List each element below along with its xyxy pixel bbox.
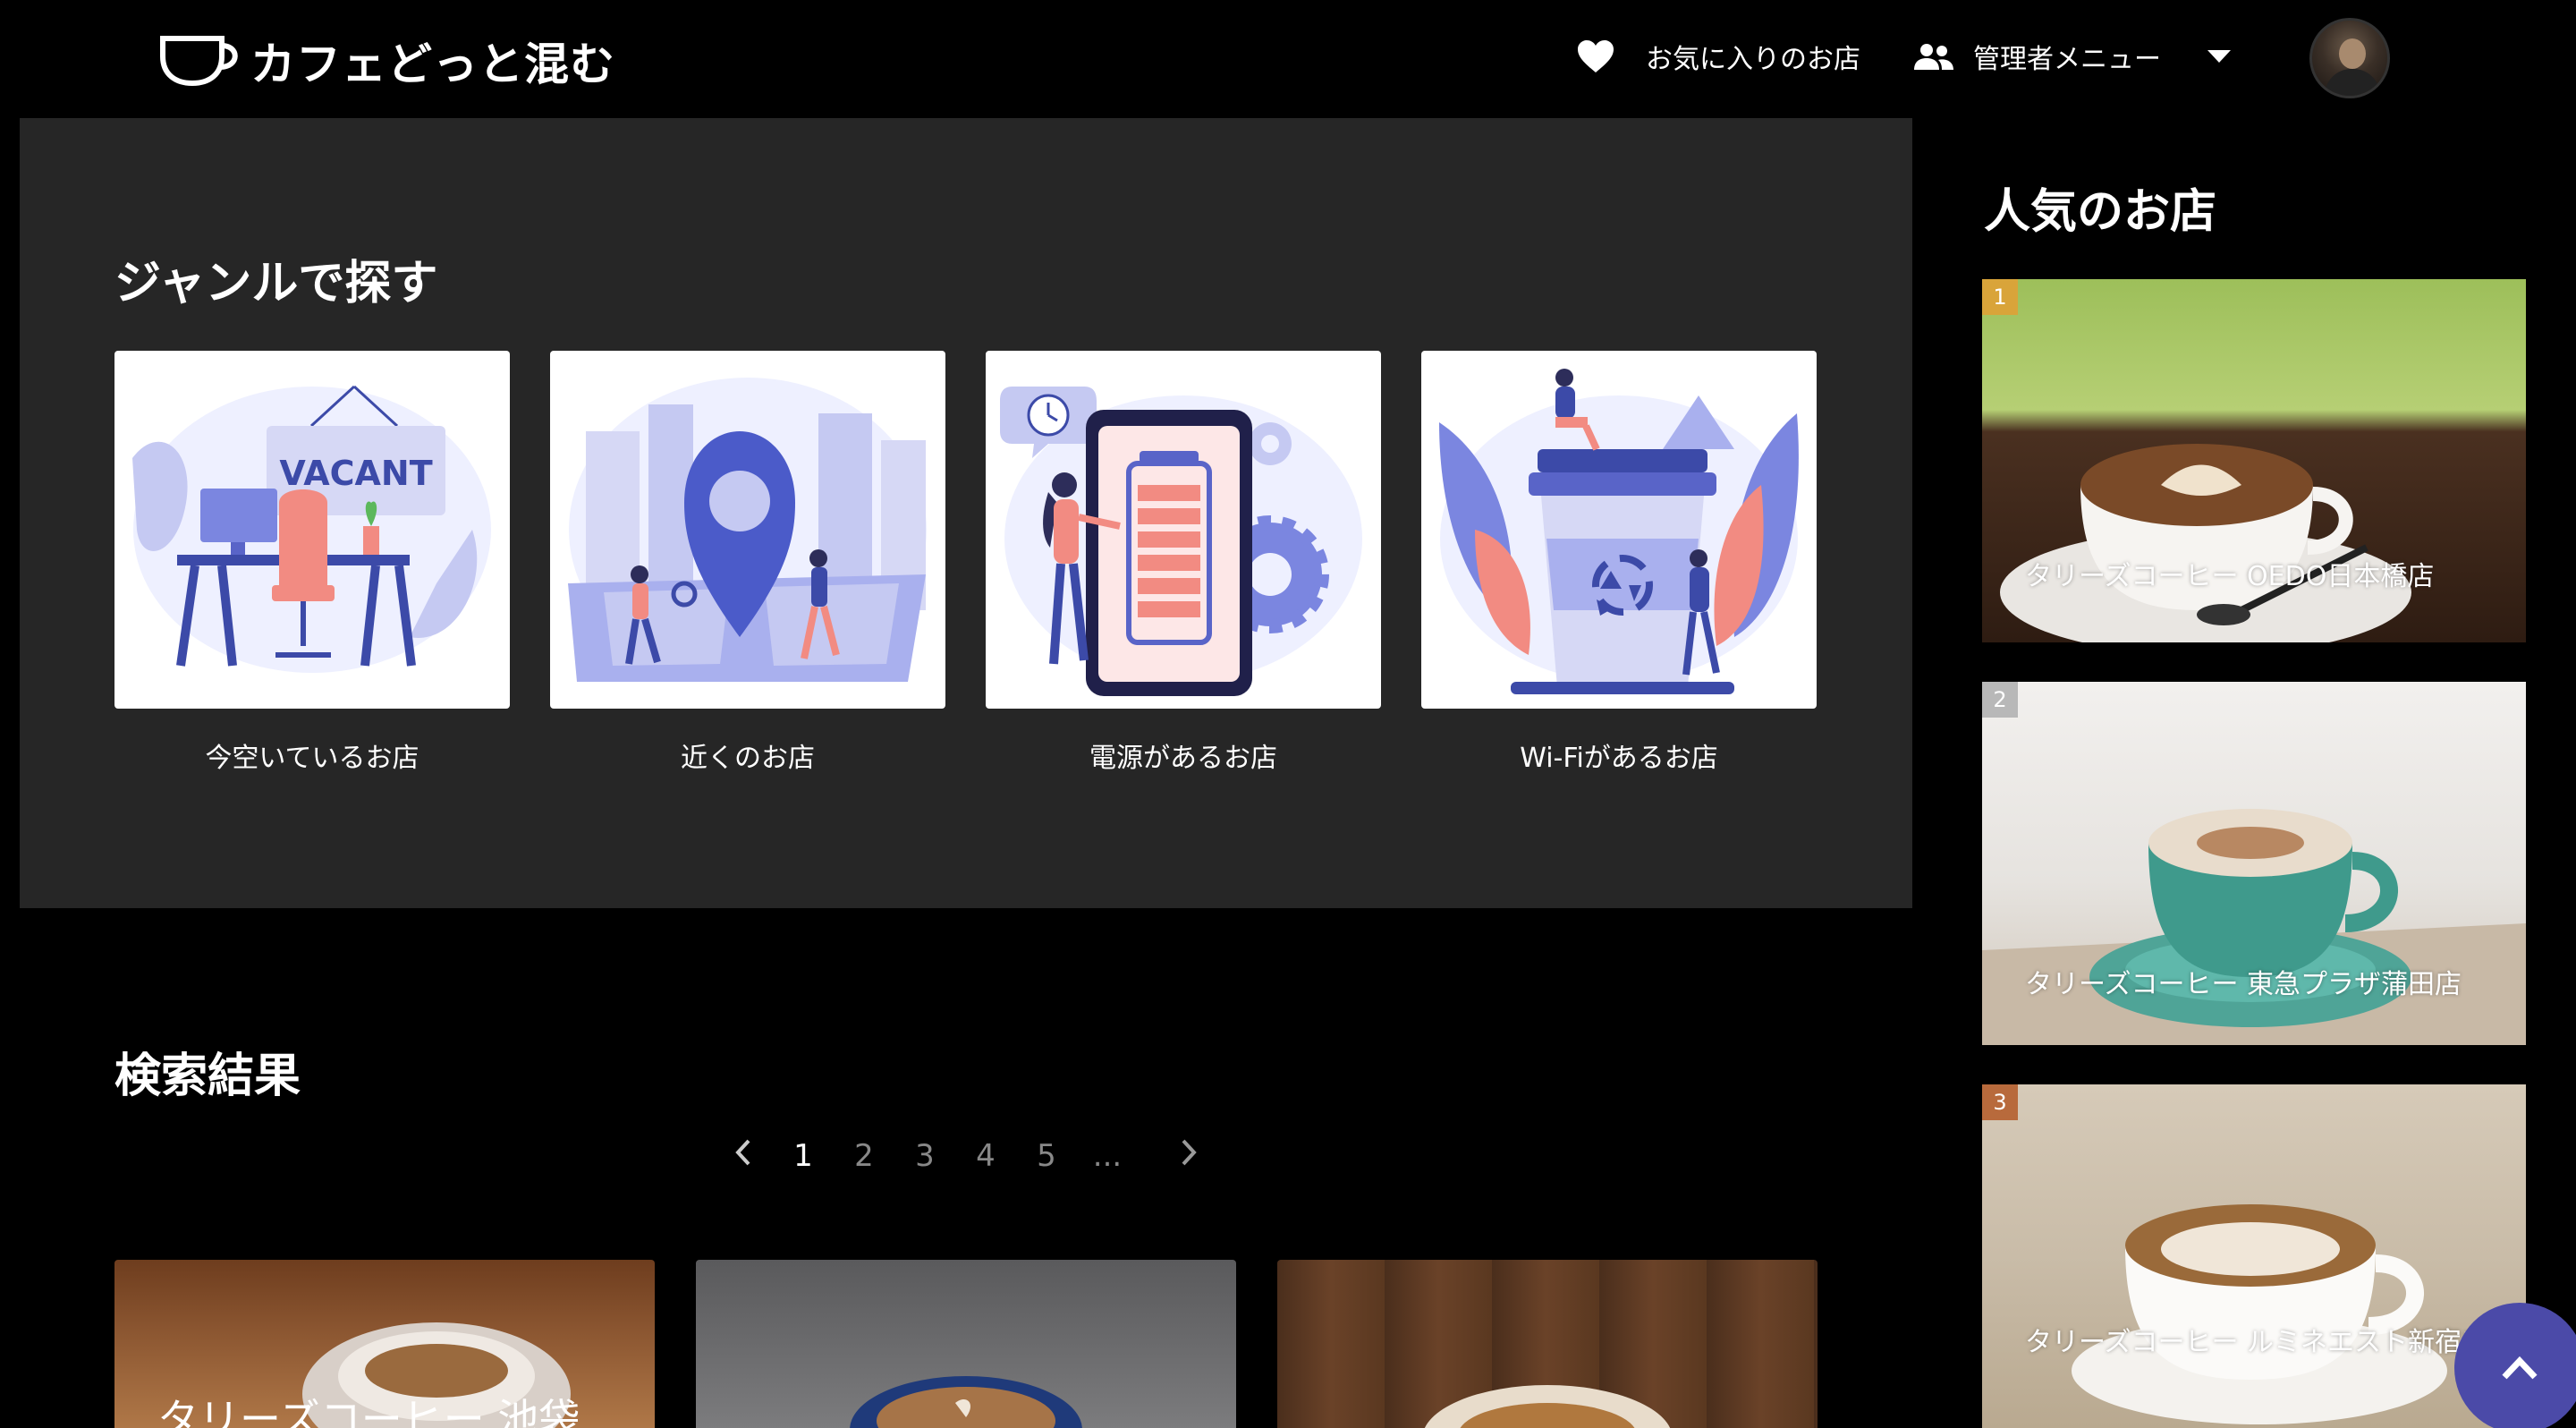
favorites-link[interactable]: お気に入りのお店 [1576,32,1860,81]
map-pin-city-illustration [568,378,927,682]
cup-icon [160,36,238,87]
result-card-name: タリーズコーヒー 池袋 [157,1395,580,1428]
popular-card-1[interactable]: 1 タリーズコーヒー OEDO日本橋店 [1982,279,2526,642]
pagination-page-3[interactable]: 3 [894,1138,955,1174]
chevron-right-icon [1182,1139,1197,1165]
pagination-page-5[interactable]: 5 [1016,1138,1077,1174]
chevron-up-icon [2502,1356,2538,1380]
heart-icon [1578,40,1614,72]
result-card-1[interactable]: タリーズコーヒー 池袋 [114,1260,655,1428]
admin-menu-dropdown[interactable]: 管理者メニュー [1914,32,2231,81]
svg-text:VACANT: VACANT [279,454,432,493]
page: カフェどっと混む お気に入りのお店 管理者メニュー ジャンルで探す VACANT… [0,0,2576,1428]
pagination-page-2[interactable]: 2 [834,1138,894,1174]
genre-card-power[interactable] [986,351,1381,709]
rank-badge: 2 [1982,682,2018,718]
pagination-prev[interactable] [712,1137,773,1176]
pagination-ellipsis: ... [1092,1138,1123,1174]
phone-battery-illustration [1000,387,1362,696]
genre-label-power[interactable]: 電源があるお店 [986,735,1381,775]
pagination-next[interactable] [1159,1137,1220,1176]
popular-card-2[interactable]: 2 タリーズコーヒー 東急プラザ蒲田店 [1982,682,2526,1045]
genre-card-wifi[interactable] [1421,351,1817,709]
users-icon [1914,44,1953,70]
rank-badge: 1 [1982,279,2018,315]
logo-text: カフェどっと混む [250,38,615,90]
genre-label-nearby[interactable]: 近くのお店 [550,735,945,775]
coffee-photo [2072,1204,2447,1424]
popular-title: 人気のお店 [1984,185,2217,239]
coffee-photo [1424,1385,1671,1428]
genre-panel: ジャンルで探す VACANT 今空いているお店 近くのお店 電源があるお店 Wi… [20,118,1912,908]
rank-badge: 3 [1982,1084,2018,1120]
popular-shop-name: タリーズコーヒー 東急プラザ蒲田店 [2025,969,2462,1000]
genre-card-vacant[interactable]: VACANT [114,351,510,709]
results-title: 検索結果 [114,1050,301,1103]
genre-label-wifi[interactable]: Wi-Fiがあるお店 [1421,735,1817,775]
caret-down-icon [2207,50,2231,63]
scroll-to-top-button[interactable] [2454,1303,2576,1428]
popular-shop-name: タリーズコーヒー ルミネエスト新宿店 [2025,1327,2489,1358]
genre-label-vacant[interactable]: 今空いているお店 [114,735,510,775]
popular-card-3[interactable]: 3 タリーズコーヒー ルミネエスト新宿店 [1982,1084,2526,1428]
pagination: 1 2 3 4 5 ... [712,1129,1220,1183]
chevron-left-icon [735,1139,750,1165]
admin-menu-label: 管理者メニュー [1973,44,2161,75]
header: カフェどっと混む お気に入りのお店 管理者メニュー [0,0,2576,118]
recycle-cup-illustration [1439,369,1799,694]
coffee-photo [850,1376,1082,1428]
genre-card-nearby[interactable] [550,351,945,709]
site-logo[interactable]: カフェどっと混む [159,32,615,90]
user-avatar[interactable] [2309,18,2390,98]
result-card-2[interactable] [696,1260,1236,1428]
pagination-page-1[interactable]: 1 [773,1138,834,1174]
popular-shop-name: タリーズコーヒー OEDO日本橋店 [2025,561,2435,592]
pagination-page-4[interactable]: 4 [955,1138,1016,1174]
result-card-3[interactable] [1277,1260,1818,1428]
vacant-desk-illustration: VACANT [132,385,491,673]
favorites-label: お気に入りのお店 [1646,44,1860,75]
genre-title: ジャンルで探す [114,257,438,310]
